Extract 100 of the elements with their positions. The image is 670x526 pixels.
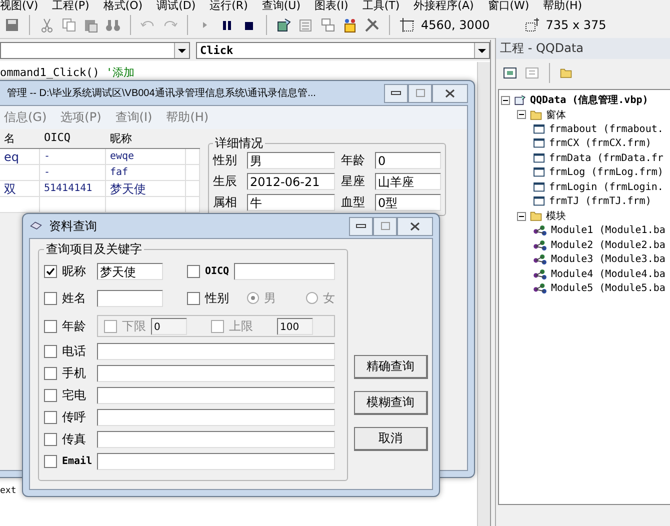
menu-item[interactable]: 格式(O) (103, 0, 143, 12)
cut-icon[interactable] (39, 17, 55, 33)
tree-item[interactable]: Module4 (Module4.ba (501, 267, 668, 282)
form-icon (533, 182, 546, 193)
book-icon (29, 220, 43, 232)
field-label: 宅电 (62, 387, 86, 404)
paste-icon[interactable] (83, 17, 99, 33)
field-label: 传真 (62, 431, 86, 448)
menu-item[interactable]: 帮助(H) (166, 109, 209, 126)
tree-item[interactable]: frmLog (frmLog.frm) (501, 166, 668, 180)
view-code-icon[interactable] (502, 65, 518, 81)
input-field[interactable]: 0 (375, 152, 441, 169)
checkbox[interactable] (44, 292, 57, 304)
menu-item[interactable]: 窗口(W) (488, 0, 530, 12)
project-explorer-icon[interactable] (276, 17, 292, 33)
menu-item[interactable]: 运行(R) (210, 0, 248, 12)
minimize-icon (391, 91, 401, 95)
close-button[interactable] (432, 84, 468, 102)
maximize-icon (380, 222, 390, 230)
checkbox[interactable] (44, 367, 57, 380)
checkbox[interactable] (211, 320, 224, 332)
input-field[interactable] (97, 431, 335, 448)
collapse-icon[interactable] (501, 96, 510, 105)
input-field[interactable] (97, 290, 163, 306)
menu-item[interactable]: 查询(U) (262, 0, 301, 12)
tree-item[interactable]: Module1 (Module1.ba (501, 224, 668, 238)
tools-icon[interactable] (364, 17, 380, 33)
tree-item[interactable]: Module5 (Module5.ba (501, 282, 668, 296)
radio-button[interactable] (306, 292, 318, 304)
radio-button[interactable] (247, 292, 259, 304)
object-browser-icon[interactable] (342, 17, 358, 33)
input-field[interactable]: 牛 (247, 194, 335, 211)
checkbox[interactable] (44, 264, 57, 278)
input-field[interactable] (97, 387, 335, 404)
input-field[interactable]: 山羊座 (375, 173, 441, 190)
input-field[interactable]: 0 (151, 318, 187, 334)
layout-icon[interactable] (320, 17, 336, 33)
dialog-button[interactable]: 精确查询 (354, 355, 428, 379)
input-field[interactable] (97, 409, 335, 426)
checkbox[interactable] (187, 264, 200, 278)
menu-item[interactable]: 工具(T) (362, 0, 400, 12)
tree-item[interactable]: 模块 (501, 209, 668, 224)
tree-item[interactable]: frmCX (frmCX.frm) (501, 136, 668, 151)
input-field[interactable]: 100 (277, 318, 313, 334)
view-object-icon[interactable] (524, 65, 540, 81)
tree-item[interactable]: 窗体 (501, 108, 668, 122)
checkbox[interactable] (44, 345, 57, 358)
binoculars-icon[interactable] (105, 17, 121, 33)
tree-item[interactable]: frmTJ (frmTJ.frm) (501, 194, 668, 209)
table-cell (186, 165, 200, 181)
checkbox[interactable] (44, 320, 57, 332)
tree-item[interactable]: QQData (信息管理.vbp) (501, 93, 668, 108)
menu-item[interactable]: 调试(D) (156, 0, 196, 12)
menu-item[interactable]: 视图(V) (0, 0, 38, 12)
menu-item[interactable]: 信息(G) (4, 109, 47, 126)
dialog-button[interactable]: 取消 (354, 427, 428, 451)
tree-item[interactable]: Module3 (Module3.ba (501, 252, 668, 267)
copy-icon[interactable] (61, 17, 77, 33)
table-cell: ewqe (106, 149, 186, 165)
procedure-combo[interactable]: Click (196, 42, 490, 59)
minimize-button[interactable] (349, 216, 373, 236)
checkbox[interactable] (104, 320, 117, 332)
input-field[interactable]: 2012-06-21 (247, 173, 335, 190)
menu-item[interactable]: 选项(P) (60, 109, 102, 126)
collapse-icon[interactable] (517, 110, 526, 120)
collapse-icon[interactable] (517, 212, 526, 221)
dialog-button[interactable]: 模糊查询 (354, 391, 428, 415)
input-field[interactable] (97, 365, 335, 382)
close-button[interactable] (397, 216, 433, 236)
radio-label: 女 (323, 290, 335, 306)
tree-item[interactable]: frmLogin (frmLogin. (501, 180, 668, 194)
input-field[interactable] (97, 343, 335, 360)
menu-item[interactable]: 帮助(H) (543, 0, 582, 12)
properties-icon[interactable] (298, 17, 314, 33)
field-label: 上限 (229, 318, 253, 334)
tree-item[interactable]: frmData (frmData.fr (501, 151, 668, 166)
input-field[interactable]: 0型 (375, 194, 441, 211)
form-icon (533, 167, 546, 178)
input-field[interactable] (234, 262, 335, 280)
checkbox[interactable] (44, 411, 57, 424)
scrollbar[interactable] (477, 62, 490, 526)
module-icon (533, 225, 548, 236)
checkbox[interactable] (44, 433, 57, 446)
form-icon (533, 152, 546, 164)
menu-item[interactable]: 工程(P) (52, 0, 90, 12)
menu-item[interactable]: 外接程序(A) (414, 0, 474, 12)
checkbox[interactable] (44, 389, 57, 402)
tree-item[interactable]: frmabout (frmabout. (501, 122, 668, 136)
input-field[interactable]: 男 (247, 152, 335, 169)
checkbox[interactable] (44, 455, 57, 468)
minimize-button[interactable] (384, 84, 408, 102)
menu-item[interactable]: 查询(I) (115, 109, 152, 126)
object-combo[interactable] (0, 42, 190, 59)
input-field[interactable] (97, 453, 335, 470)
checkbox[interactable] (187, 292, 200, 304)
menu-item[interactable]: 图表(I) (314, 0, 348, 12)
save-icon[interactable] (4, 17, 20, 33)
code-line: ext (0, 486, 16, 496)
input-field[interactable]: 梦天使 (97, 262, 163, 280)
tree-item[interactable]: Module2 (Module2.ba (501, 238, 668, 252)
